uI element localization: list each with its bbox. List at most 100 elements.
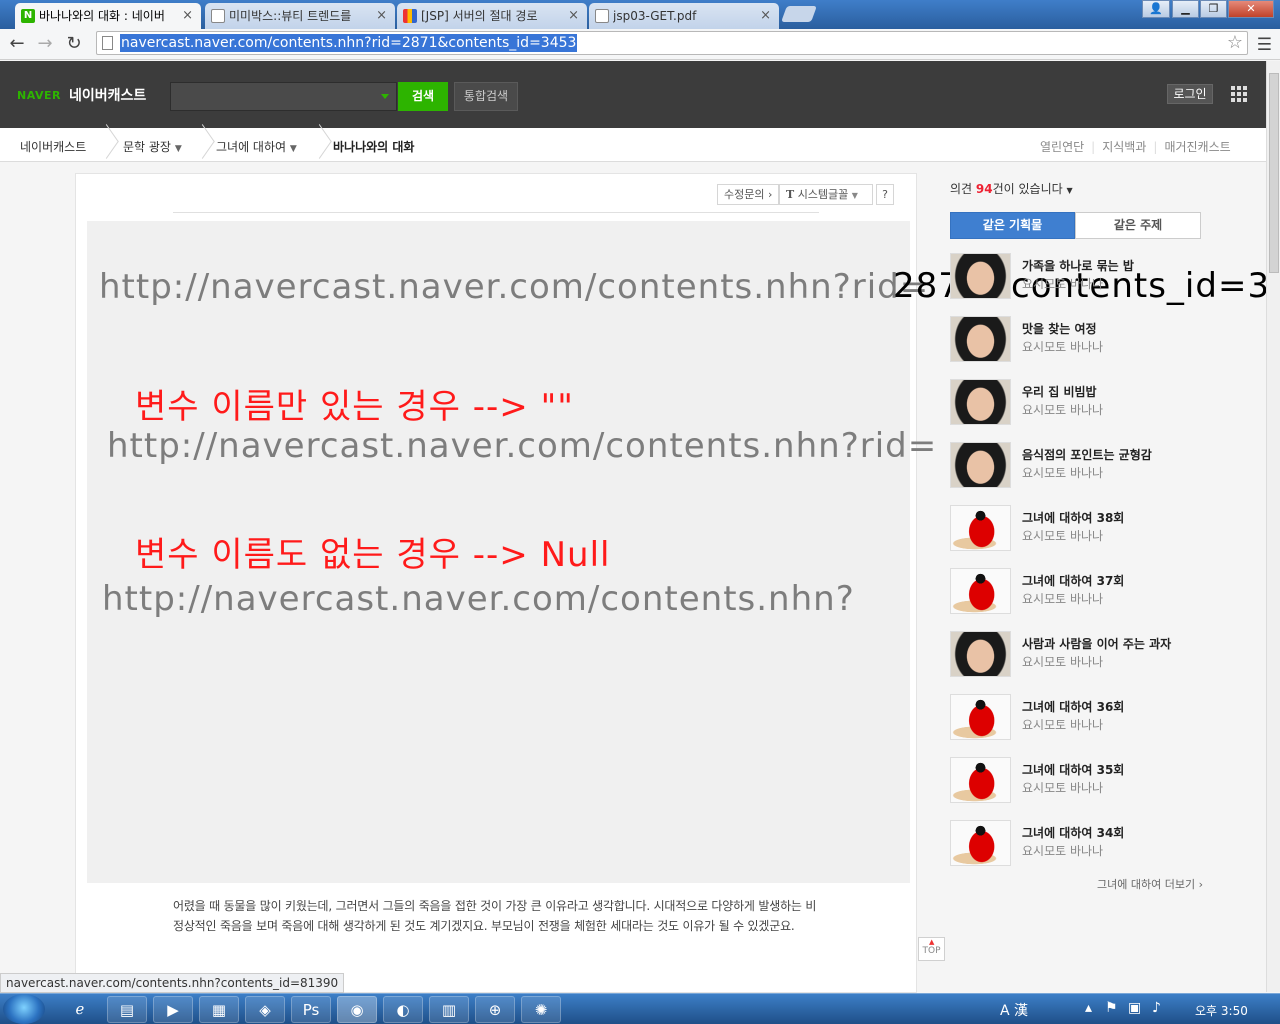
more-link[interactable]: 그녀에 대하여 더보기 › [1097,876,1203,892]
list-item-title[interactable]: 우리 집 비빔밥 [1022,383,1097,400]
chevron-down-icon: ▼ [1066,186,1073,195]
divider [173,212,819,213]
forward-arrow-icon[interactable]: → [34,33,56,54]
naver-logo[interactable]: NAVER [17,89,61,102]
list-item-title[interactable]: 가족을 하나로 묶는 밥 [1022,257,1134,274]
internet-explorer-icon[interactable]: ℯ [60,996,100,1023]
breadcrumb-current: 바나나와의 대화 [333,140,415,154]
list-item-title[interactable]: 그녀에 대하여 35회 [1022,761,1124,778]
search-button[interactable]: 검색 [398,82,448,111]
list-item[interactable]: 음식점의 포인트는 균형감 요시모토 바나나 [950,442,1210,490]
language-bar[interactable]: A 漢 [1000,1000,1028,1020]
list-item[interactable]: 그녀에 대하여 36회요시모토 바나나 [950,694,1210,742]
tab-banana-conversation[interactable]: N 바나나와의 대화 : 네이버 × [15,3,201,29]
app-grid-icon[interactable] [1231,86,1248,103]
list-item[interactable]: 우리 집 비빔밥 요시모토 바나나 [950,379,1210,427]
app-icon[interactable]: ◈ [245,996,285,1023]
tab-label: 미미박스::뷰티 트렌드를 [229,9,352,23]
list-item-title[interactable]: 그녀에 대하여 37회 [1022,572,1124,589]
scroll-top-button[interactable]: ▲ TOP [918,937,945,961]
menu-icon[interactable]: ☰ [1257,35,1272,55]
illustration-thumbnail [950,568,1011,614]
list-item-author: 요시모토 바나나 [1022,844,1104,858]
close-tab-icon[interactable]: × [568,6,579,26]
naver-favicon-icon: N [21,9,35,23]
edit-inquiry-button[interactable]: 수정문의 › [717,184,780,205]
list-item-title[interactable]: 음식점의 포인트는 균형감 [1022,446,1152,463]
new-tab-button[interactable] [781,6,817,22]
breadcrumb-navercast[interactable]: 네이버캐스트 [20,138,86,155]
font-select[interactable]: T 시스템글꼴 ▼ [779,184,873,205]
status-bar-url: navercast.naver.com/contents.nhn?content… [0,973,345,993]
reload-icon[interactable]: ↻ [63,33,85,54]
address-url[interactable]: navercast.naver.com/contents.nhn?rid=287… [120,34,578,52]
close-tab-icon[interactable]: × [182,6,193,26]
back-arrow-icon[interactable]: ← [6,33,28,54]
list-item-title[interactable]: 그녀에 대하여 34회 [1022,824,1124,841]
list-item[interactable]: 그녀에 대하여 34회요시모토 바나나 [950,820,1210,868]
breadcrumb-separator [309,128,323,162]
tab-same-series[interactable]: 같은 기획물 [950,212,1075,239]
clock[interactable]: 오후 3:50 [1195,1002,1248,1019]
tab-mimibox[interactable]: 미미박스::뷰티 트렌드를 × [205,3,395,29]
bookmark-star-icon[interactable]: ☆ [1227,32,1243,53]
help-button[interactable]: ? [876,184,894,205]
start-button[interactable] [3,994,45,1024]
service-title[interactable]: 네이버캐스트 [69,85,146,105]
maximize-button[interactable]: ❐ [1200,0,1227,18]
document-icon[interactable]: ▦ [199,996,239,1023]
user-icon[interactable]: 👤 [1142,0,1170,18]
search-input[interactable] [170,82,397,111]
list-item[interactable]: 가족을 하나로 묶는 밥 요시모토 바나나 [950,253,1210,301]
tab-jsp-path[interactable]: [JSP] 서버의 절대 경로 × [397,3,587,29]
tab-label: 바나나와의 대화 : 네이버 [39,9,165,23]
network-icon[interactable]: ▣ [1128,1000,1141,1016]
list-item-title[interactable]: 그녀에 대하여 36회 [1022,698,1124,715]
tray-arrow-icon[interactable]: ▴ [1085,1000,1092,1016]
photoshop-icon[interactable]: Ps [291,996,331,1023]
settings-icon[interactable]: ✺ [521,996,561,1023]
dropdown-caret-icon[interactable] [381,94,389,99]
link-encyclopedia[interactable]: 지식백과 [1102,140,1146,154]
service-links: 열린연단 | 지식백과 | 매거진캐스트 [1040,140,1231,154]
scrollbar-thumb[interactable] [1269,73,1279,273]
address-bar[interactable]: navercast.naver.com/contents.nhn?rid=287… [96,31,1248,55]
list-item[interactable]: 그녀에 대하여 37회 요시모토 바나나 [950,568,1210,616]
chrome-icon[interactable]: ◉ [337,996,377,1023]
close-tab-icon[interactable]: × [376,6,387,26]
list-item-title[interactable]: 그녀에 대하여 38회 [1022,509,1124,526]
tab-same-topic[interactable]: 같은 주제 [1075,212,1201,239]
list-item[interactable]: 사람과 사람을 이어 주는 과자 요시모토 바나나 [950,631,1210,679]
opinion-suffix: 건이 있습니다 [992,182,1063,196]
link-open-lecture[interactable]: 열린연단 [1040,140,1084,154]
total-search-button[interactable]: 통합검색 [454,82,518,111]
link-magazine[interactable]: 매거진캐스트 [1164,140,1230,154]
notepad-icon[interactable]: ▥ [429,996,469,1023]
close-tab-icon[interactable]: × [760,6,771,26]
minimize-button[interactable]: ▁ [1172,0,1199,18]
media-player-icon[interactable]: ▶ [153,996,193,1023]
overlay-note-null: 변수 이름도 없는 경우 --> Null [135,535,611,575]
close-window-button[interactable]: ✕ [1228,0,1274,18]
app-icon[interactable]: ◐ [383,996,423,1023]
globe-icon[interactable]: ⊕ [475,996,515,1023]
list-item[interactable]: 그녀에 대하여 38회 요시모토 바나나 [950,505,1210,553]
list-item-author: 요시모토 바나나 [1022,781,1104,795]
list-item-title[interactable]: 사람과 사람을 이어 주는 과자 [1022,635,1171,652]
vertical-scrollbar[interactable] [1266,61,1280,992]
list-item-title[interactable]: 맛을 찾는 여정 [1022,320,1097,337]
list-item-author: 요시모토 바나나 [1022,718,1104,732]
explorer-folder-icon[interactable]: ▤ [107,996,147,1023]
page-favicon-icon [211,9,225,23]
breadcrumb-label: 그녀에 대하여 [216,140,287,154]
tab-jsp03-pdf[interactable]: jsp03-GET.pdf × [589,3,779,29]
opinion-count[interactable]: 의견 94건이 있습니다 ▼ [950,180,1073,197]
list-item[interactable]: 그녀에 대하여 35회요시모토 바나나 [950,757,1210,805]
breadcrumb-literature[interactable]: 문학 광장 ▼ [123,138,182,155]
flag-icon[interactable]: ⚑ [1105,1000,1118,1016]
author-portrait-thumbnail [950,253,1011,299]
breadcrumb-about-her[interactable]: 그녀에 대하여 ▼ [216,138,297,155]
volume-icon[interactable]: ♪ [1152,1000,1161,1016]
login-button[interactable]: 로그인 [1167,84,1213,104]
list-item[interactable]: 맛을 찾는 여정 요시모토 바나나 [950,316,1210,364]
